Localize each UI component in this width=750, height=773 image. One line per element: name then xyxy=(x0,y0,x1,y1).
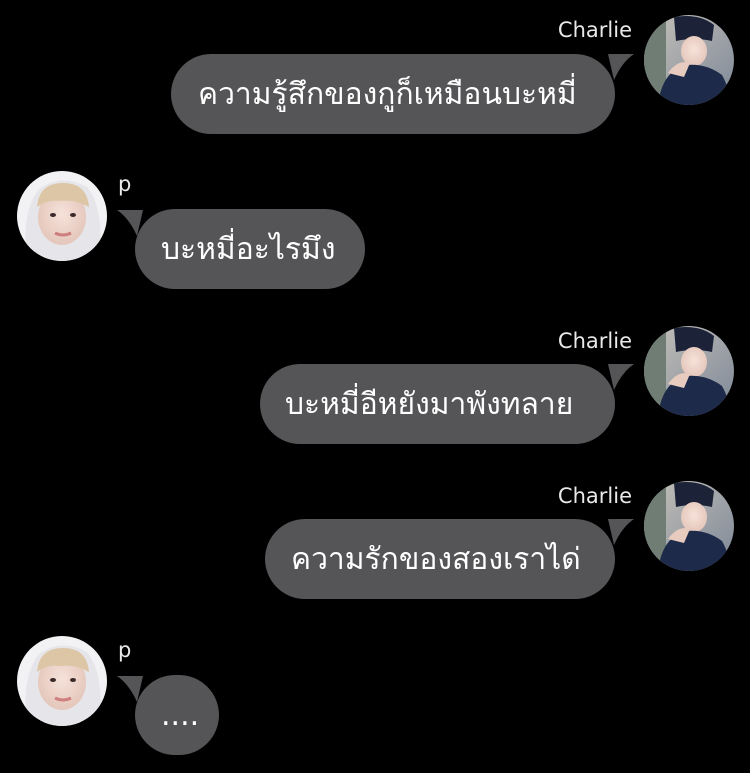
charlie-avatar[interactable] xyxy=(644,326,734,416)
bubble-tail xyxy=(608,54,634,80)
sender-name: p xyxy=(118,638,132,662)
bubble-tail xyxy=(608,519,634,545)
message-text: บะหมี่อีหยังมาพังทลาย xyxy=(285,386,574,422)
p-avatar[interactable] xyxy=(17,171,107,261)
message-bubble[interactable]: ความรู้สึกของกูก็เหมือนบะหมี่ xyxy=(171,54,615,134)
avatar-photo-icon xyxy=(644,15,734,105)
avatar-photo-icon xyxy=(17,636,107,726)
avatar-photo-icon xyxy=(17,171,107,261)
sender-name: p xyxy=(118,172,132,196)
charlie-avatar[interactable] xyxy=(644,481,734,571)
message-bubble[interactable]: ความรักของสองเราได่ xyxy=(265,519,615,599)
sender-name: Charlie xyxy=(557,329,632,353)
charlie-avatar[interactable] xyxy=(644,15,734,105)
message-text: บะหมี่อะไรมึง xyxy=(161,231,336,267)
avatar-photo-icon xyxy=(644,481,734,571)
message-bubble[interactable]: .... xyxy=(135,675,219,755)
message-text: .... xyxy=(161,697,200,733)
message-text: ความรู้สึกของกูก็เหมือนบะหมี่ xyxy=(198,76,577,112)
message-bubble[interactable]: บะหมี่อีหยังมาพังทลาย xyxy=(260,364,615,444)
p-avatar[interactable] xyxy=(17,636,107,726)
sender-name: Charlie xyxy=(557,484,632,508)
chat-thread: Charlie ความรู้สึกของกูก็เหมือนบะหมี่ p … xyxy=(0,0,750,773)
message-text: ความรักของสองเราได่ xyxy=(291,541,581,577)
avatar-photo-icon xyxy=(644,326,734,416)
bubble-tail xyxy=(608,364,634,390)
message-bubble[interactable]: บะหมี่อะไรมึง xyxy=(135,209,365,289)
sender-name: Charlie xyxy=(557,18,632,42)
